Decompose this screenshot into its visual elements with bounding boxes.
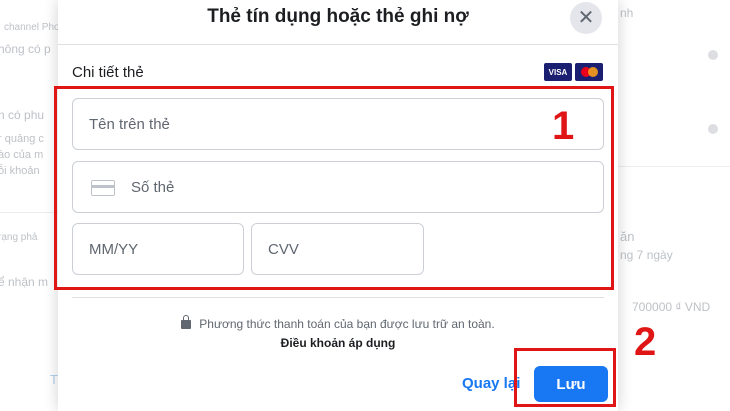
- annotation-box-step-2: [514, 348, 616, 407]
- lock-icon: [181, 315, 192, 329]
- form-divider: [72, 297, 604, 298]
- dialog-title: Thẻ tín dụng hoặc thẻ ghi nợ: [207, 6, 469, 27]
- secure-storage-note: Phương thức thanh toán của bạn được lưu …: [58, 315, 618, 331]
- secure-note-text: Phương thức thanh toán của bạn được lưu …: [199, 317, 495, 331]
- header-divider: [58, 44, 618, 45]
- mastercard-icon: [575, 63, 603, 81]
- back-button[interactable]: Quay lại: [462, 375, 520, 392]
- annotation-number-2: 2: [634, 320, 657, 364]
- close-icon: ✕: [577, 7, 595, 29]
- annotation-number-1: 1: [552, 104, 575, 148]
- annotation-box-step-1: [54, 86, 614, 290]
- visa-icon: VISA: [544, 63, 572, 81]
- close-button[interactable]: ✕: [570, 2, 602, 34]
- section-label: Chi tiết thẻ: [72, 64, 144, 81]
